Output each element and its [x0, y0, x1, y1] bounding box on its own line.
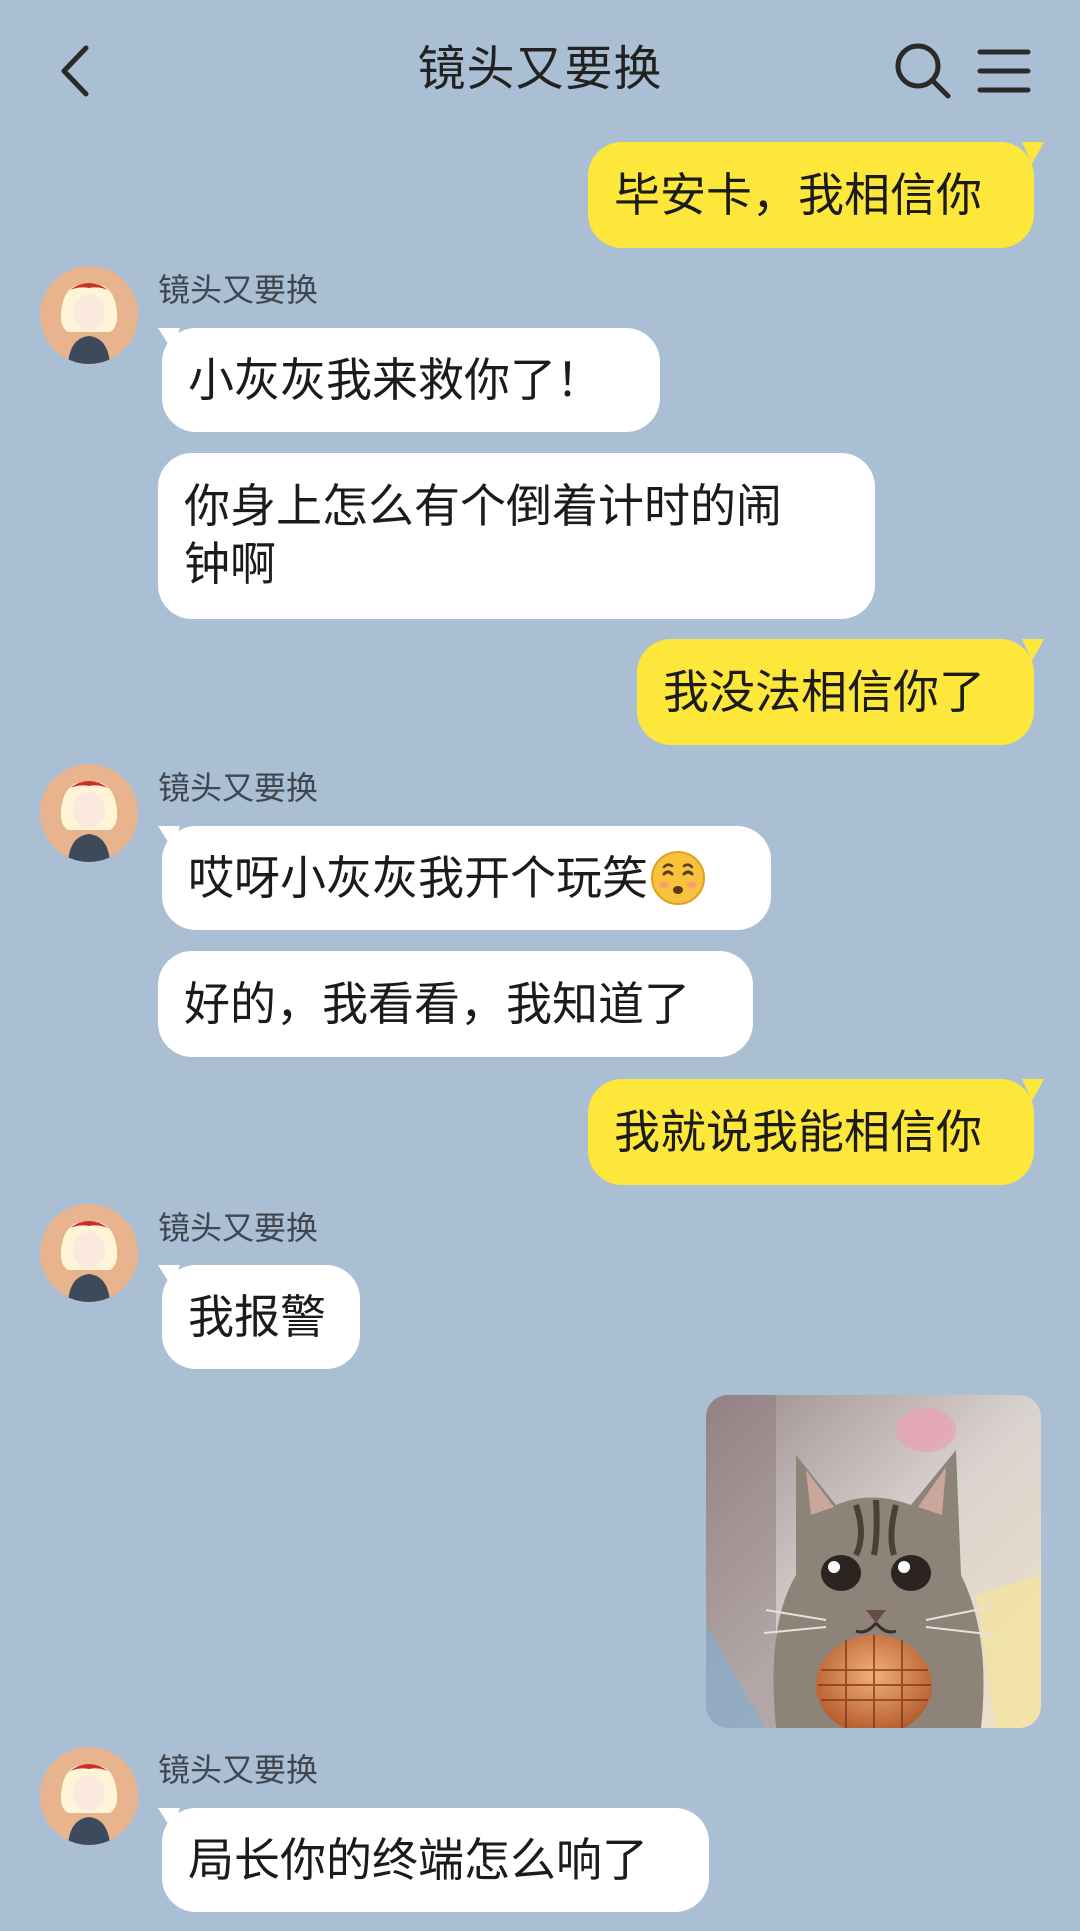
- search-icon: [895, 43, 951, 99]
- bubble-tail: [1022, 142, 1044, 164]
- incoming-message-bubble[interactable]: 哎呀小灰灰我开个玩笑: [162, 826, 771, 930]
- message-text: 你身上怎么有个倒着计时的闹钟啊: [184, 479, 782, 591]
- message-text: 我没法相信你了: [663, 665, 985, 719]
- bubble-tail: [158, 1808, 180, 1830]
- bubble-tail: [158, 328, 180, 350]
- sender-name: 镜头又要换: [158, 1209, 319, 1247]
- outgoing-message-bubble[interactable]: 我就说我能相信你: [588, 1079, 1034, 1185]
- chat-header: 镜头又要换: [0, 0, 1080, 140]
- avatar[interactable]: [40, 764, 138, 862]
- bubble-tail: [158, 826, 180, 848]
- message-text: 哎呀小灰灰我开个玩笑: [188, 851, 648, 905]
- incoming-message-bubble[interactable]: 局长你的终端怎么响了: [162, 1808, 709, 1912]
- sender-name: 镜头又要换: [158, 1751, 319, 1789]
- cat-with-microphone-photo[interactable]: [706, 1395, 1041, 1728]
- outgoing-message-bubble[interactable]: 毕安卡，我相信你: [588, 142, 1034, 248]
- avatar[interactable]: [40, 1204, 138, 1302]
- sender-name: 镜头又要换: [158, 769, 319, 807]
- message-text: 我报警: [188, 1290, 326, 1344]
- search-button[interactable]: [892, 40, 954, 102]
- message-text: 好的，我看看，我知道了: [184, 977, 690, 1031]
- kissing-face-icon: [651, 851, 705, 905]
- message-text: 我就说我能相信你: [614, 1105, 982, 1159]
- incoming-message-bubble[interactable]: 小灰灰我来救你了！: [162, 328, 660, 432]
- menu-button[interactable]: [974, 40, 1034, 102]
- menu-icon: [977, 49, 1031, 93]
- bubble-tail: [1022, 1079, 1044, 1101]
- message-text: 局长你的终端怎么响了: [188, 1833, 648, 1887]
- bubble-tail: [158, 1265, 180, 1287]
- sender-name: 镜头又要换: [158, 271, 319, 309]
- avatar[interactable]: [40, 1747, 138, 1845]
- outgoing-message-bubble[interactable]: 我没法相信你了: [637, 639, 1034, 745]
- bubble-tail: [1022, 639, 1044, 661]
- incoming-message-bubble[interactable]: 我报警: [162, 1265, 360, 1369]
- message-text: 毕安卡，我相信你: [614, 168, 982, 222]
- incoming-message-bubble[interactable]: 你身上怎么有个倒着计时的闹钟啊: [158, 453, 875, 619]
- message-text: 小灰灰我来救你了！: [188, 353, 602, 407]
- avatar[interactable]: [40, 266, 138, 364]
- incoming-message-bubble[interactable]: 好的，我看看，我知道了: [158, 951, 753, 1057]
